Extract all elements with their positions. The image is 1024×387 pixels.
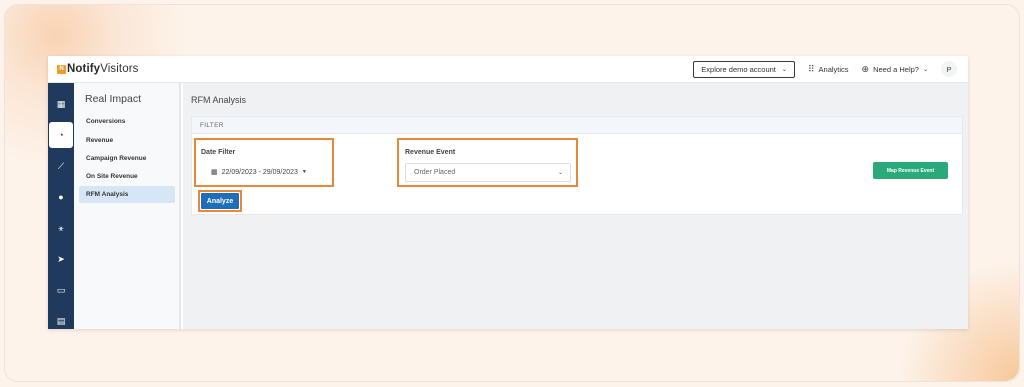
date-filter-highlight — [194, 138, 334, 187]
analyze-button[interactable]: Analyze — [201, 193, 239, 209]
brand-name: NotifyVisitors — [67, 63, 139, 75]
date-range-picker[interactable]: ▦ 22/09/2023 - 29/09/2023 ▼ — [211, 168, 307, 177]
brand-logo[interactable]: N NotifyVisitors — [57, 63, 138, 75]
users-icon[interactable]: ● — [48, 184, 74, 210]
card-icon[interactable]: ▭ — [48, 277, 74, 303]
filter-header: FILTER — [192, 117, 962, 134]
avatar[interactable]: P — [941, 61, 957, 77]
subnav-title: Real Impact — [85, 93, 142, 105]
hierarchy-icon[interactable]: ⚹ — [48, 215, 74, 241]
chevron-down-icon: ⌄ — [781, 66, 787, 73]
map-revenue-event-button[interactable]: Map Revenue Event — [873, 162, 948, 179]
topbar-actions: Explore demo account ⌄ ⠿ Analytics ⊕ Nee… — [693, 60, 957, 78]
revenue-event-label: Revenue Event — [405, 149, 456, 156]
revenue-event-value: Order Placed — [414, 169, 456, 176]
lifebuoy-icon: ⊕ — [861, 63, 870, 74]
logo-icon: N — [57, 64, 66, 74]
app-window: N NotifyVisitors Explore demo account ⌄ … — [48, 56, 968, 329]
caret-down-icon: ▼ — [301, 169, 307, 175]
revenue-event-select[interactable]: Order Placed ⌄ — [405, 163, 571, 182]
dashboard-icon[interactable]: ◔ — [49, 122, 73, 148]
top-bar: N NotifyVisitors Explore demo account ⌄ … — [48, 56, 968, 83]
analytics-label: Analytics — [818, 64, 849, 74]
chevron-down-icon: ⌄ — [557, 170, 563, 176]
date-filter-label: Date Filter — [201, 149, 236, 156]
grid-apps-icon: ⠿ — [807, 63, 815, 74]
send-icon[interactable]: ➤ — [48, 246, 74, 272]
subnav-item-revenue[interactable]: Revenue — [79, 132, 175, 149]
page-title: RFM Analysis — [191, 95, 247, 105]
subnav-item-on-site-revenue[interactable]: On Site Revenue — [79, 168, 175, 185]
subnav-item-rfm-analysis[interactable]: RFM Analysis — [79, 186, 175, 203]
chevron-down-icon: ⌄ — [922, 66, 928, 73]
icon-rail: ▦ ◔ ⟋ ● ⚹ ➤ ▭ ▤ — [48, 83, 74, 329]
document-icon[interactable]: ▤ — [48, 308, 74, 329]
grid-icon[interactable]: ▦ — [48, 91, 74, 117]
date-range-value: 22/09/2023 - 29/09/2023 — [221, 168, 298, 176]
subnav-item-campaign-revenue[interactable]: Campaign Revenue — [79, 150, 175, 167]
explore-demo-account-dropdown[interactable]: Explore demo account ⌄ — [693, 60, 795, 78]
explore-label: Explore demo account — [701, 64, 776, 74]
calendar-icon: ▦ — [211, 169, 218, 176]
analytics-link[interactable]: ⠿ Analytics — [808, 64, 849, 75]
subnav-item-conversions[interactable]: Conversions — [79, 113, 175, 130]
help-label: Need a Help? — [873, 64, 919, 74]
main-content: RFM Analysis FILTER Date Filter ▦ 22/09/… — [183, 83, 968, 329]
real-impact-nav: Real Impact Conversions Revenue Campaign… — [74, 83, 181, 329]
filter-card: FILTER Date Filter ▦ 22/09/2023 - 29/09/… — [191, 116, 963, 215]
help-dropdown[interactable]: ⊕ Need a Help? ⌄ — [862, 64, 928, 75]
chart-icon[interactable]: ⟋ — [48, 153, 74, 179]
